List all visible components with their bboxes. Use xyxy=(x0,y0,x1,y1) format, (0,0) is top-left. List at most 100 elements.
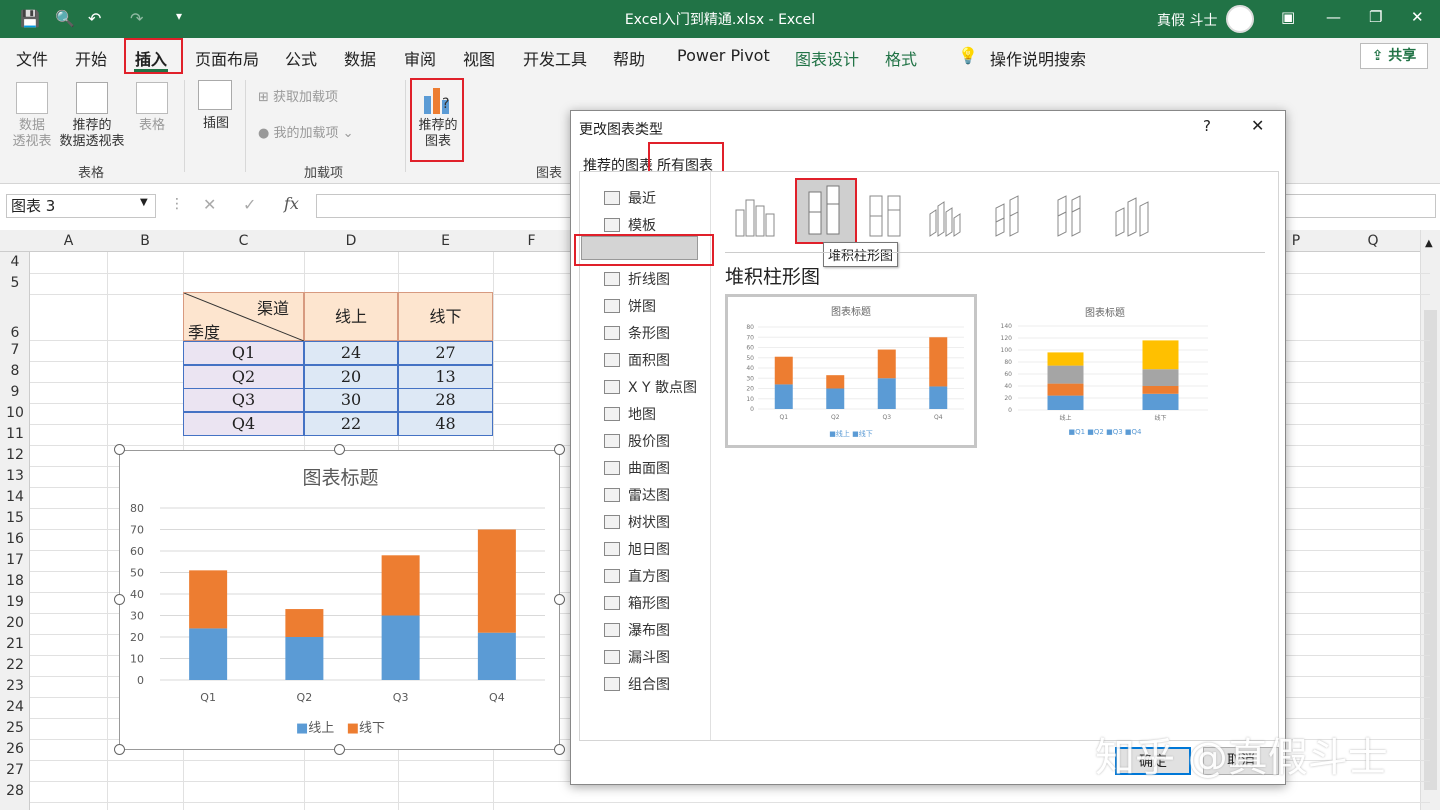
header-offline[interactable]: 线下 xyxy=(398,292,493,341)
value-cell[interactable]: 20 xyxy=(304,364,398,389)
row-header-4[interactable]: 4 xyxy=(0,252,30,273)
category-item[interactable]: 箱形图 xyxy=(628,593,670,613)
bar-Q2-线下[interactable] xyxy=(285,609,324,637)
resize-handle[interactable] xyxy=(554,744,565,755)
tab-review[interactable]: 审阅 xyxy=(404,46,436,70)
row-header-6[interactable]: 6 xyxy=(0,294,30,341)
category-item[interactable]: 树状图 xyxy=(628,512,670,532)
row-header-27[interactable]: 27 xyxy=(0,760,30,781)
tab-page-layout[interactable]: 页面布局 xyxy=(195,46,259,70)
3d-percent-stacked-column-icon[interactable] xyxy=(1048,192,1098,240)
tell-me-search[interactable]: 操作说明搜索 xyxy=(990,46,1086,70)
3d-stacked-column-icon[interactable] xyxy=(986,192,1036,240)
vertical-scrollbar[interactable]: ▲ xyxy=(1420,230,1440,810)
quarter-cell[interactable]: Q3 xyxy=(183,388,304,412)
category-item[interactable]: X Y 散点图 xyxy=(628,377,697,397)
category-item[interactable]: 漏斗图 xyxy=(628,647,670,667)
resize-handle[interactable] xyxy=(114,444,125,455)
row-header-24[interactable]: 24 xyxy=(0,697,30,718)
pivot-table-button[interactable]: 数据 透视表 xyxy=(6,118,58,150)
row-header-15[interactable]: 15 xyxy=(0,508,30,529)
row-header-21[interactable]: 21 xyxy=(0,634,30,655)
category-item[interactable]: 地图 xyxy=(628,404,656,424)
value-cell[interactable]: 30 xyxy=(304,388,398,412)
percent-stacked-column-icon[interactable] xyxy=(862,192,912,240)
stacked-column-icon[interactable] xyxy=(795,178,857,244)
row-header-12[interactable]: 12 xyxy=(0,445,30,466)
header-online[interactable]: 线上 xyxy=(304,292,398,341)
row-header-10[interactable]: 10 xyxy=(0,403,30,424)
category-item[interactable]: 饼图 xyxy=(628,296,656,316)
close-icon[interactable]: ✕ xyxy=(1411,8,1424,26)
illustrations-button[interactable]: 插图 xyxy=(196,116,236,132)
row-header-19[interactable]: 19 xyxy=(0,592,30,613)
avatar[interactable] xyxy=(1226,5,1254,33)
bar-Q3-线上[interactable] xyxy=(381,615,420,681)
help-icon[interactable]: ? xyxy=(1203,117,1211,135)
col-q[interactable]: Q xyxy=(1330,233,1416,249)
value-cell[interactable]: 22 xyxy=(304,411,398,436)
table-corner-header[interactable]: 渠道 季度 xyxy=(183,292,304,342)
share-button[interactable]: ⇪ 共享 xyxy=(1360,43,1428,69)
category-item[interactable]: 雷达图 xyxy=(628,485,670,505)
my-addins-button[interactable]: ● 我的加载项 ⌄ xyxy=(258,126,378,142)
row-header-16[interactable]: 16 xyxy=(0,529,30,550)
recommended-pivot-button[interactable]: 推荐的 数据透视表 xyxy=(56,118,128,150)
col-p[interactable]: P xyxy=(1286,233,1306,249)
quarter-cell[interactable]: Q4 xyxy=(183,411,304,436)
bar-Q3-线下[interactable] xyxy=(381,555,420,616)
row-header-9[interactable]: 9 xyxy=(0,382,30,403)
value-cell[interactable]: 24 xyxy=(304,341,398,365)
row-header-7[interactable]: 7 xyxy=(0,340,30,361)
value-cell[interactable]: 27 xyxy=(398,341,493,365)
dialog-close-icon[interactable]: ✕ xyxy=(1251,116,1264,135)
cancel-icon[interactable]: ✕ xyxy=(203,195,216,214)
insert-function-icon[interactable]: fx xyxy=(284,194,299,213)
resize-handle[interactable] xyxy=(554,594,565,605)
tab-help[interactable]: 帮助 xyxy=(613,46,645,70)
row-header-13[interactable]: 13 xyxy=(0,466,30,487)
ribbon-display-icon[interactable]: ▣ xyxy=(1281,8,1295,26)
3d-clustered-column-icon[interactable] xyxy=(924,192,974,240)
row-header-8[interactable]: 8 xyxy=(0,361,30,382)
bar-Q1-线上[interactable] xyxy=(189,628,228,680)
category-item[interactable]: 曲面图 xyxy=(628,458,670,478)
scroll-up-icon[interactable]: ▲ xyxy=(1425,238,1433,249)
bar-Q1-线下[interactable] xyxy=(189,570,228,629)
col-c[interactable]: C xyxy=(183,233,304,249)
enter-icon[interactable]: ✓ xyxy=(243,195,256,214)
category-item[interactable]: 组合图 xyxy=(628,674,670,694)
clustered-column-icon[interactable] xyxy=(730,192,780,240)
col-a[interactable]: A xyxy=(30,233,107,249)
tab-developer[interactable]: 开发工具 xyxy=(523,46,587,70)
resize-handle[interactable] xyxy=(334,744,345,755)
name-box[interactable]: 图表 3 xyxy=(6,194,156,218)
value-cell[interactable]: 28 xyxy=(398,388,493,412)
tab-home[interactable]: 开始 xyxy=(75,46,107,70)
3d-column-icon[interactable] xyxy=(1110,192,1160,240)
col-e[interactable]: E xyxy=(398,233,493,249)
quarter-cell[interactable]: Q1 xyxy=(183,341,304,365)
row-header-22[interactable]: 22 xyxy=(0,655,30,676)
resize-handle[interactable] xyxy=(334,444,345,455)
bar-Q4-线上[interactable] xyxy=(477,632,516,680)
tab-data[interactable]: 数据 xyxy=(344,46,376,70)
row-header-11[interactable]: 11 xyxy=(0,424,30,445)
row-header-20[interactable]: 20 xyxy=(0,613,30,634)
tab-chart-design[interactable]: 图表设计 xyxy=(795,46,859,70)
category-item[interactable]: 模板 xyxy=(628,215,656,235)
get-addins-button[interactable]: ⊞ 获取加载项 xyxy=(258,90,368,106)
resize-handle[interactable] xyxy=(114,744,125,755)
row-header-5[interactable]: 5 xyxy=(0,273,30,294)
row-header-18[interactable]: 18 xyxy=(0,571,30,592)
bar-Q4-线下[interactable] xyxy=(477,529,516,633)
category-item[interactable]: 直方图 xyxy=(628,566,670,586)
preview-chart-1[interactable]: 图表标题 0 10 20 30 40 50 60 70 80 Q1 Q2 Q3 Q4 ■线上 ■线下 xyxy=(725,294,977,448)
tab-formulas[interactable]: 公式 xyxy=(285,46,317,70)
tab-power-pivot[interactable]: Power Pivot xyxy=(677,46,770,65)
category-item[interactable]: 旭日图 xyxy=(628,539,670,559)
row-header-26[interactable]: 26 xyxy=(0,739,30,760)
chart-object[interactable]: 图表标题 0 10 20 30 40 50 60 70 80 Q1 Q2 Q3 Q4 ■线上 ■线下 xyxy=(119,450,560,750)
category-item[interactable]: 折线图 xyxy=(628,269,670,289)
value-cell[interactable]: 13 xyxy=(398,364,493,389)
